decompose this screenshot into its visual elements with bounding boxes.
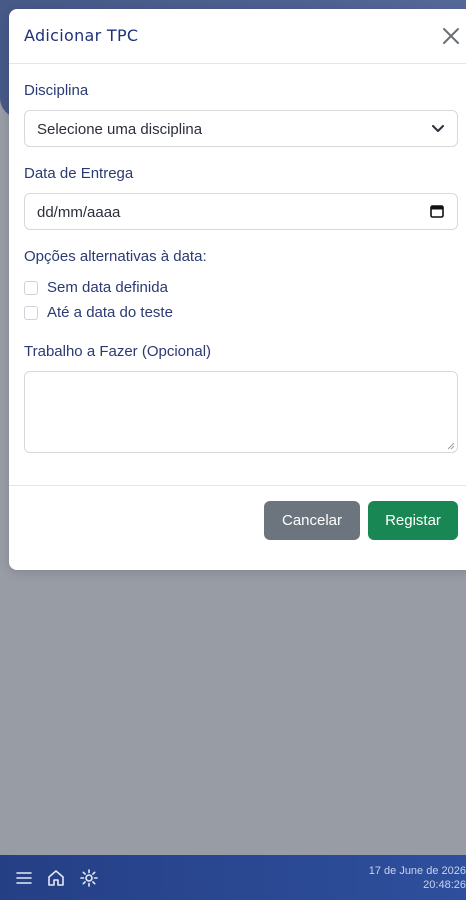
due-date-placeholder: dd/mm/aaaa: [37, 204, 121, 221]
modal-title: Adicionar TPC: [24, 26, 139, 45]
option-no-date[interactable]: Sem data definida: [24, 279, 224, 297]
discipline-select-value: Selecione uma disciplina: [37, 121, 203, 138]
discipline-label: Disciplina: [24, 82, 89, 99]
no-date-label: Sem data definida: [47, 279, 168, 296]
gear-icon[interactable]: [79, 868, 99, 888]
resize-handle-icon[interactable]: [447, 442, 455, 450]
no-date-checkbox[interactable]: [24, 281, 38, 295]
alternative-options-label: Opções alternativas à data:: [24, 248, 207, 265]
home-icon[interactable]: [46, 868, 66, 888]
modal-footer-divider: [9, 485, 466, 486]
add-homework-modal: Adicionar TPC Disciplina Selecione uma d…: [9, 9, 466, 570]
modal-header: Adicionar TPC: [9, 9, 466, 64]
taskbar-clock: 17 de June de 2026 20:48:26: [369, 864, 466, 892]
date-label: Data de Entrega: [24, 165, 134, 182]
work-label: Trabalho a Fazer (Opcional): [24, 343, 212, 360]
taskbar: 17 de June de 2026 20:48:26: [0, 855, 466, 900]
option-test-date[interactable]: Até a data do teste: [24, 304, 224, 322]
test-date-checkbox[interactable]: [24, 306, 38, 320]
due-date-input[interactable]: dd/mm/aaaa: [24, 193, 458, 230]
work-textarea[interactable]: [24, 371, 458, 453]
taskbar-time: 20:48:26: [423, 879, 466, 891]
register-button[interactable]: Registar: [368, 501, 458, 540]
taskbar-date: 17 de June de 2026: [368, 865, 466, 877]
chevron-down-icon: [432, 125, 444, 132]
test-date-label: Até a data do teste: [47, 304, 173, 321]
discipline-select[interactable]: Selecione uma disciplina: [24, 110, 458, 147]
close-icon: [443, 28, 459, 44]
close-button[interactable]: [439, 24, 463, 48]
cancel-button[interactable]: Cancelar: [264, 501, 360, 540]
menu-icon[interactable]: [14, 868, 34, 888]
calendar-icon[interactable]: [430, 204, 444, 218]
